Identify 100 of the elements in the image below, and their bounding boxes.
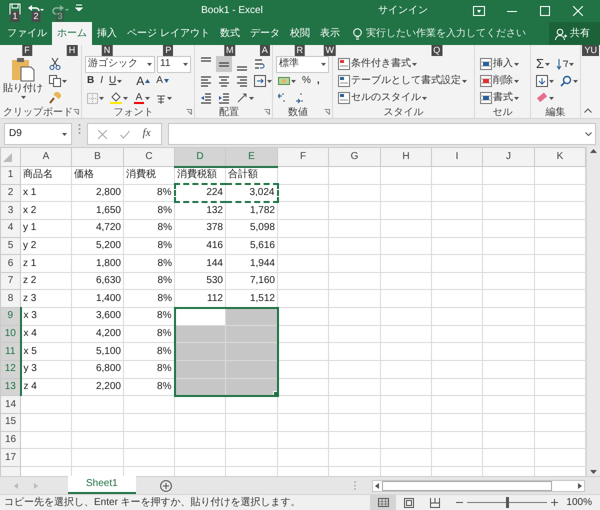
borders-button[interactable] xyxy=(85,90,106,106)
column-header[interactable]: D xyxy=(174,148,226,166)
dialog-launcher-icon[interactable] xyxy=(73,109,79,115)
delete-cells-button[interactable]: 削除 xyxy=(478,73,521,89)
column-header[interactable]: G xyxy=(328,148,380,166)
scroll-down-icon[interactable] xyxy=(590,470,597,474)
maximize-icon[interactable] xyxy=(540,6,550,16)
table-cell: 1,400 xyxy=(72,290,124,308)
row-header[interactable]: 8 xyxy=(0,290,20,308)
column-header[interactable]: B xyxy=(72,148,124,166)
keytip: W xyxy=(324,45,336,56)
normal-view-button[interactable] xyxy=(370,495,396,510)
group-label: クリップボード xyxy=(3,106,69,119)
column-header[interactable]: F xyxy=(278,148,328,166)
add-sheet-icon[interactable] xyxy=(160,480,172,492)
ribbon-tab[interactable]: データ xyxy=(244,22,285,45)
zoom-in-icon[interactable] xyxy=(551,499,558,506)
column-header[interactable]: K xyxy=(534,148,586,166)
column-header[interactable]: H xyxy=(380,148,432,166)
font-color-button[interactable]: A xyxy=(132,90,152,106)
middle-align-button[interactable] xyxy=(216,56,232,72)
group-label: スタイル xyxy=(382,106,424,119)
slider-thumb[interactable] xyxy=(506,497,510,508)
font-size-field[interactable]: 11 xyxy=(157,56,191,72)
dialog-launcher-icon[interactable] xyxy=(264,109,270,115)
font-name-field[interactable]: 游ゴシック xyxy=(85,56,155,72)
bold-button[interactable]: B xyxy=(85,73,96,89)
ribbon-tab[interactable]: 表示 xyxy=(314,22,345,45)
italic-button[interactable]: I xyxy=(98,73,106,89)
scroll-up-icon[interactable] xyxy=(590,149,597,153)
ribbon-tab[interactable]: 校閲 xyxy=(284,22,315,45)
row-header[interactable]: 5 xyxy=(0,237,20,255)
name-box[interactable]: D9 xyxy=(4,123,72,145)
orientation-icon xyxy=(236,92,248,104)
underline-button[interactable]: U xyxy=(107,73,124,89)
zoom-level[interactable]: 100% xyxy=(566,496,592,508)
fill-button[interactable] xyxy=(534,73,556,89)
row-header[interactable]: 13 xyxy=(0,378,20,396)
row-header[interactable]: 12 xyxy=(0,360,20,378)
row-header[interactable]: 14 xyxy=(0,396,20,414)
keytip: Q xyxy=(431,45,442,56)
row-header[interactable]: 1 xyxy=(0,166,20,184)
ribbon-options-icon[interactable] xyxy=(472,6,484,16)
ribbon-tab[interactable]: ページ レイアウト xyxy=(122,22,215,45)
format-cells-button[interactable]: 書式 xyxy=(478,90,521,106)
autosum-button[interactable]: Σ xyxy=(534,56,552,72)
keytip: R xyxy=(294,45,306,56)
caret-icon xyxy=(514,62,519,66)
horizontal-scrollbar[interactable] xyxy=(372,480,585,492)
paste-button[interactable]: 貼り付け xyxy=(3,56,43,106)
cell-styles-button[interactable]: セルのスタイル xyxy=(336,90,469,106)
row-header[interactable]: 2 xyxy=(0,184,20,202)
row-header[interactable]: 16 xyxy=(0,431,20,449)
number-format-field[interactable]: 標準 xyxy=(276,56,329,72)
row-header[interactable]: 17 xyxy=(0,448,20,466)
shrink-font-button[interactable]: A xyxy=(154,73,171,89)
formula-field[interactable] xyxy=(168,123,596,145)
sort-filter-button[interactable] xyxy=(554,56,576,72)
column-header[interactable]: I xyxy=(432,148,482,166)
collapse-ribbon-icon[interactable] xyxy=(584,108,592,113)
percent-button[interactable]: % xyxy=(300,73,313,89)
format-as-table-button[interactable]: テーブルとして書式設定 xyxy=(336,73,469,89)
keytip: M xyxy=(224,45,236,56)
fill-color-button[interactable] xyxy=(108,90,130,106)
row-header[interactable]: 15 xyxy=(0,413,20,432)
grow-font-button[interactable]: A xyxy=(134,73,152,89)
dialog-launcher-icon[interactable] xyxy=(324,109,330,115)
dialog-launcher-icon[interactable] xyxy=(186,109,192,115)
ribbon-tab[interactable]: ファイル xyxy=(2,22,52,45)
sign-in-link[interactable]: サインイン xyxy=(378,5,428,17)
table-cell: z 3 xyxy=(20,290,72,308)
merge-button[interactable] xyxy=(252,73,274,89)
insert-cells-button[interactable]: 挿入 xyxy=(478,56,521,72)
row-header[interactable]: 9 xyxy=(0,308,20,326)
row-header[interactable]: 7 xyxy=(0,272,20,290)
column-header[interactable]: E xyxy=(226,148,278,166)
row-header[interactable]: 11 xyxy=(0,342,20,361)
expand-icon[interactable] xyxy=(585,132,592,136)
sheet-tab[interactable]: Sheet1 xyxy=(68,476,136,494)
row-header[interactable]: 3 xyxy=(0,202,20,220)
ribbon-tab[interactable]: ホーム xyxy=(52,22,92,45)
comma-button[interactable]: , xyxy=(314,73,322,89)
row-header[interactable]: 10 xyxy=(0,325,20,343)
close-icon[interactable] xyxy=(572,6,582,16)
zoom-out-icon[interactable] xyxy=(456,499,464,506)
column-header[interactable]: C xyxy=(124,148,174,166)
table-cell: 416 xyxy=(174,237,226,255)
ribbon-tab[interactable]: 数式 xyxy=(214,22,245,45)
column-header[interactable]: A xyxy=(20,148,72,166)
find-button[interactable] xyxy=(558,73,580,89)
insert-function-button[interactable]: fx xyxy=(142,127,151,141)
conditional-formatting-button[interactable]: 条件付き書式 xyxy=(336,56,469,72)
row-header[interactable]: 6 xyxy=(0,254,20,272)
customize-icon[interactable] xyxy=(75,3,83,11)
row-header[interactable]: 4 xyxy=(0,219,20,238)
column-header[interactable]: J xyxy=(482,148,534,166)
copy-button[interactable] xyxy=(47,73,69,89)
ribbon-tab[interactable]: 挿入 xyxy=(92,22,122,45)
share-button[interactable]: 共有 xyxy=(549,22,600,45)
caret-icon xyxy=(549,80,554,82)
